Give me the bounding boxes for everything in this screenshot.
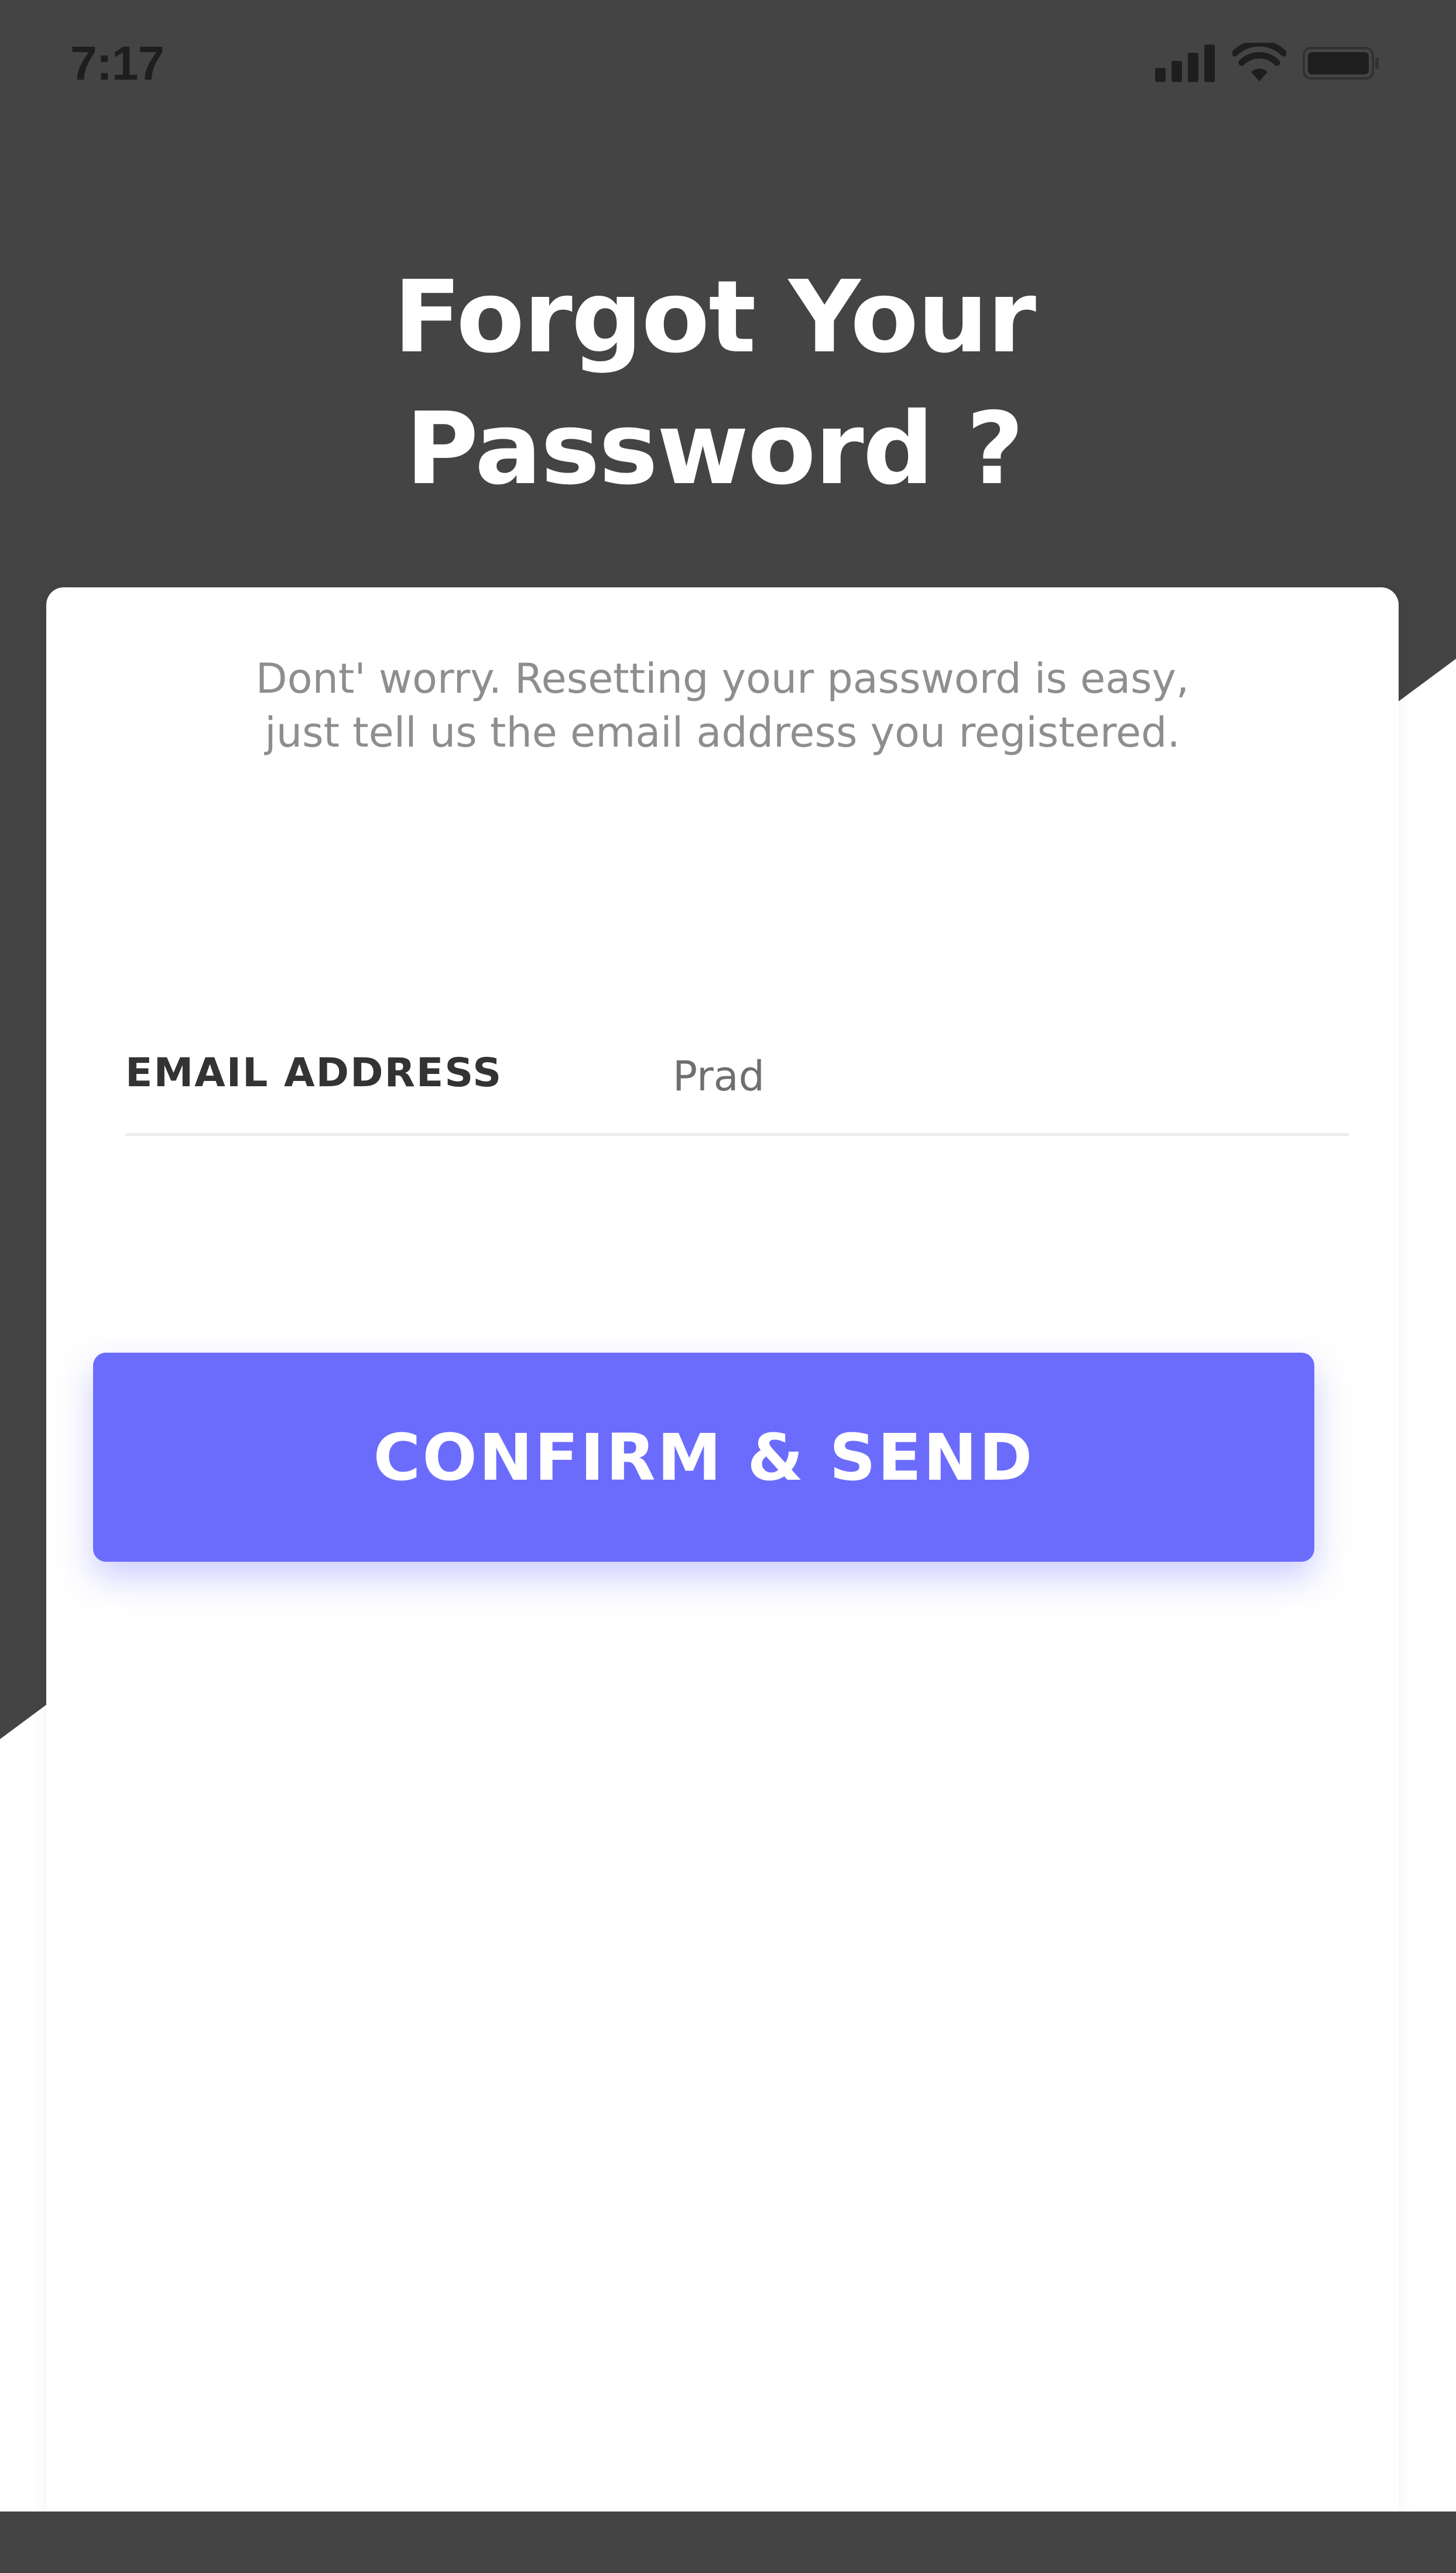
- email-label: EMAIL ADDRESS: [125, 1050, 503, 1096]
- email-field: EMAIL ADDRESS: [125, 1032, 1349, 1136]
- page-title: Forgot Your Password ?: [0, 252, 1428, 515]
- confirm-send-button[interactable]: CONFIRM & SEND: [93, 1353, 1314, 1562]
- instructions-line-2: just tell us the email address you regis…: [265, 709, 1180, 757]
- wifi-icon: [1231, 39, 1287, 87]
- status-time: 7:17: [70, 37, 165, 90]
- page-title-line-2: Password ?: [405, 391, 1024, 507]
- cellular-signal-icon: [1155, 44, 1216, 85]
- bottom-background-strip: [0, 2512, 1456, 2573]
- status-bar: 7:17: [0, 0, 1456, 135]
- instructions-text: Dont' worry. Resetting your password is …: [46, 652, 1399, 759]
- battery-icon: [1303, 46, 1380, 84]
- forgot-password-card: Dont' worry. Resetting your password is …: [46, 587, 1399, 2535]
- email-input[interactable]: [673, 1044, 1317, 1108]
- status-icons: [1155, 39, 1380, 88]
- instructions-line-1: Dont' worry. Resetting your password is …: [255, 655, 1190, 703]
- page-title-line-1: Forgot Your: [393, 259, 1036, 375]
